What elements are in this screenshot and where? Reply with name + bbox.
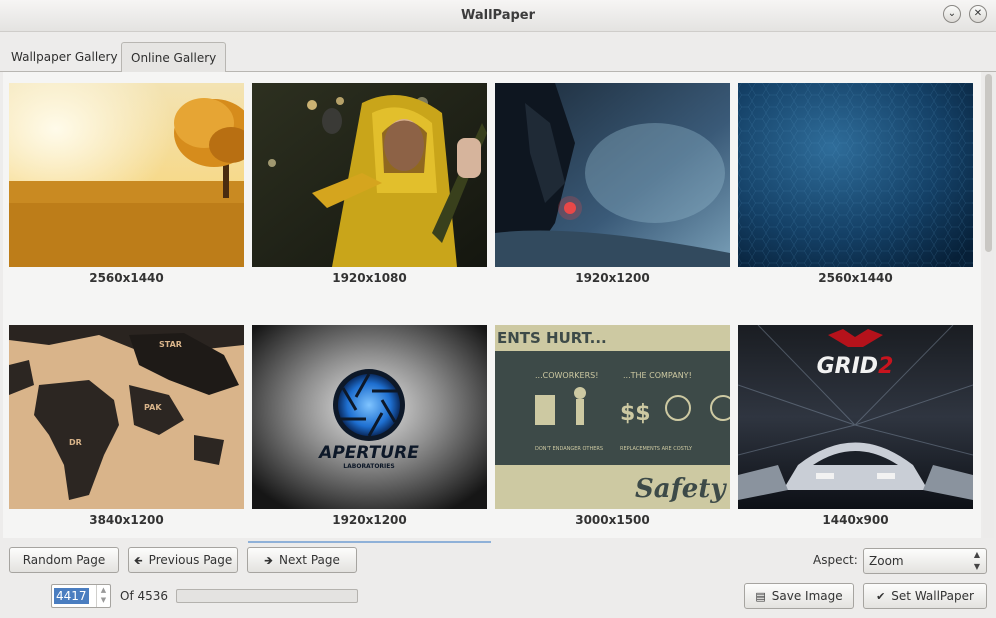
map-word: DR <box>69 438 82 447</box>
page-number-value[interactable]: 4417 <box>54 588 89 604</box>
spin-arrows-icon[interactable]: ▲ ▼ <box>96 585 110 607</box>
wallpaper-window: WallPaper ⌄ ✕ Wallpaper Gallery Online G… <box>0 0 996 618</box>
wallpaper-thumbnail[interactable]: GRID2 <box>738 325 973 509</box>
tab-wallpaper-gallery[interactable]: Wallpaper Gallery <box>2 42 127 72</box>
close-icon[interactable]: ✕ <box>969 5 987 23</box>
wallpaper-thumbnail[interactable]: APERTURE LABORATORIES <box>252 325 487 509</box>
page-number-spinbox[interactable]: 4417 ▲ ▼ <box>51 584 111 608</box>
map-word: PAK <box>144 403 162 412</box>
resolution-label: 3840x1200 <box>89 513 164 527</box>
page-total-label: Of 4536 <box>120 589 169 603</box>
save-image-button[interactable]: ▤ Save Image <box>744 583 854 609</box>
save-image-icon: ▤ <box>755 590 766 603</box>
previous-page-button[interactable]: 🡸 Previous Page <box>128 547 238 573</box>
checkmark-icon: ✔ <box>876 590 886 603</box>
resolution-label: 1920x1080 <box>332 271 407 285</box>
aspect-label: Aspect: <box>813 553 858 567</box>
aperture-logo-subtext: LABORATORIES <box>343 463 394 470</box>
wallpaper-thumbnail[interactable] <box>9 83 244 267</box>
set-wallpaper-button[interactable]: ✔ Set WallPaper <box>863 583 987 609</box>
aspect-select-value: Zoom <box>869 554 904 568</box>
resolution-label: 3000x1500 <box>575 513 650 527</box>
wallpaper-thumbnail[interactable] <box>738 83 973 267</box>
grid-logo-text: GRID2 <box>817 354 894 379</box>
tab-online-gallery[interactable]: Online Gallery <box>121 42 227 72</box>
title-bar[interactable]: WallPaper ⌄ ✕ <box>0 0 996 32</box>
wallpaper-thumbnail[interactable]: ENTS HURT... ...COWORKERS! ...THE COMPAN… <box>495 325 730 509</box>
focus-indicator <box>248 541 491 543</box>
window-title: WallPaper <box>460 8 536 23</box>
set-wallpaper-label: Set WallPaper <box>891 589 974 603</box>
aperture-logo-text: APERTURE <box>317 443 419 463</box>
gallery-scrollbar[interactable] <box>983 72 994 538</box>
resolution-label: 1920x1200 <box>575 271 650 285</box>
resolution-label: 1920x1200 <box>332 513 407 527</box>
scrollbar-thumb[interactable] <box>985 74 992 252</box>
aspect-select[interactable]: Zoom ▲ ▼ <box>863 548 987 574</box>
poster-text: ...THE COMPANY! <box>623 371 692 380</box>
save-image-label: Save Image <box>771 589 843 603</box>
resolution-label: 1440x900 <box>822 513 889 527</box>
poster-safety-text: Safety <box>635 474 727 504</box>
select-arrows-icon: ▲ ▼ <box>973 550 980 571</box>
resolution-label: 2560x1440 <box>818 271 893 285</box>
download-progress-bar <box>176 589 358 603</box>
arrow-left-icon: 🡸 <box>133 554 143 567</box>
wallpaper-thumbnail[interactable]: STAR DR PAK <box>9 325 244 509</box>
poster-text: DON'T ENDANGER OTHERS <box>535 446 603 452</box>
poster-text: REPLACEMENTS ARE COSTLY <box>620 446 693 452</box>
random-page-label: Random Page <box>22 553 106 567</box>
next-page-label: Next Page <box>279 553 340 567</box>
resolution-label: 2560x1440 <box>89 271 164 285</box>
online-gallery-grid: 2560x1440 1920x1080 1920x1200 2560x1440 … <box>3 72 981 538</box>
poster-text: ...COWORKERS! <box>535 371 598 380</box>
minimize-icon[interactable]: ⌄ <box>943 5 961 23</box>
previous-page-label: Previous Page <box>148 553 233 567</box>
tab-bar: Wallpaper Gallery Online Gallery <box>0 42 996 72</box>
arrow-right-icon: 🡺 <box>264 554 274 567</box>
random-page-button[interactable]: Random Page <box>9 547 119 573</box>
next-page-button[interactable]: 🡺 Next Page <box>247 547 357 573</box>
wallpaper-thumbnail[interactable] <box>495 83 730 267</box>
svg-text:$$: $$ <box>620 401 651 426</box>
map-word: STAR <box>159 340 182 349</box>
wallpaper-thumbnail[interactable] <box>252 83 487 267</box>
poster-header-text: ENTS HURT... <box>497 329 607 347</box>
